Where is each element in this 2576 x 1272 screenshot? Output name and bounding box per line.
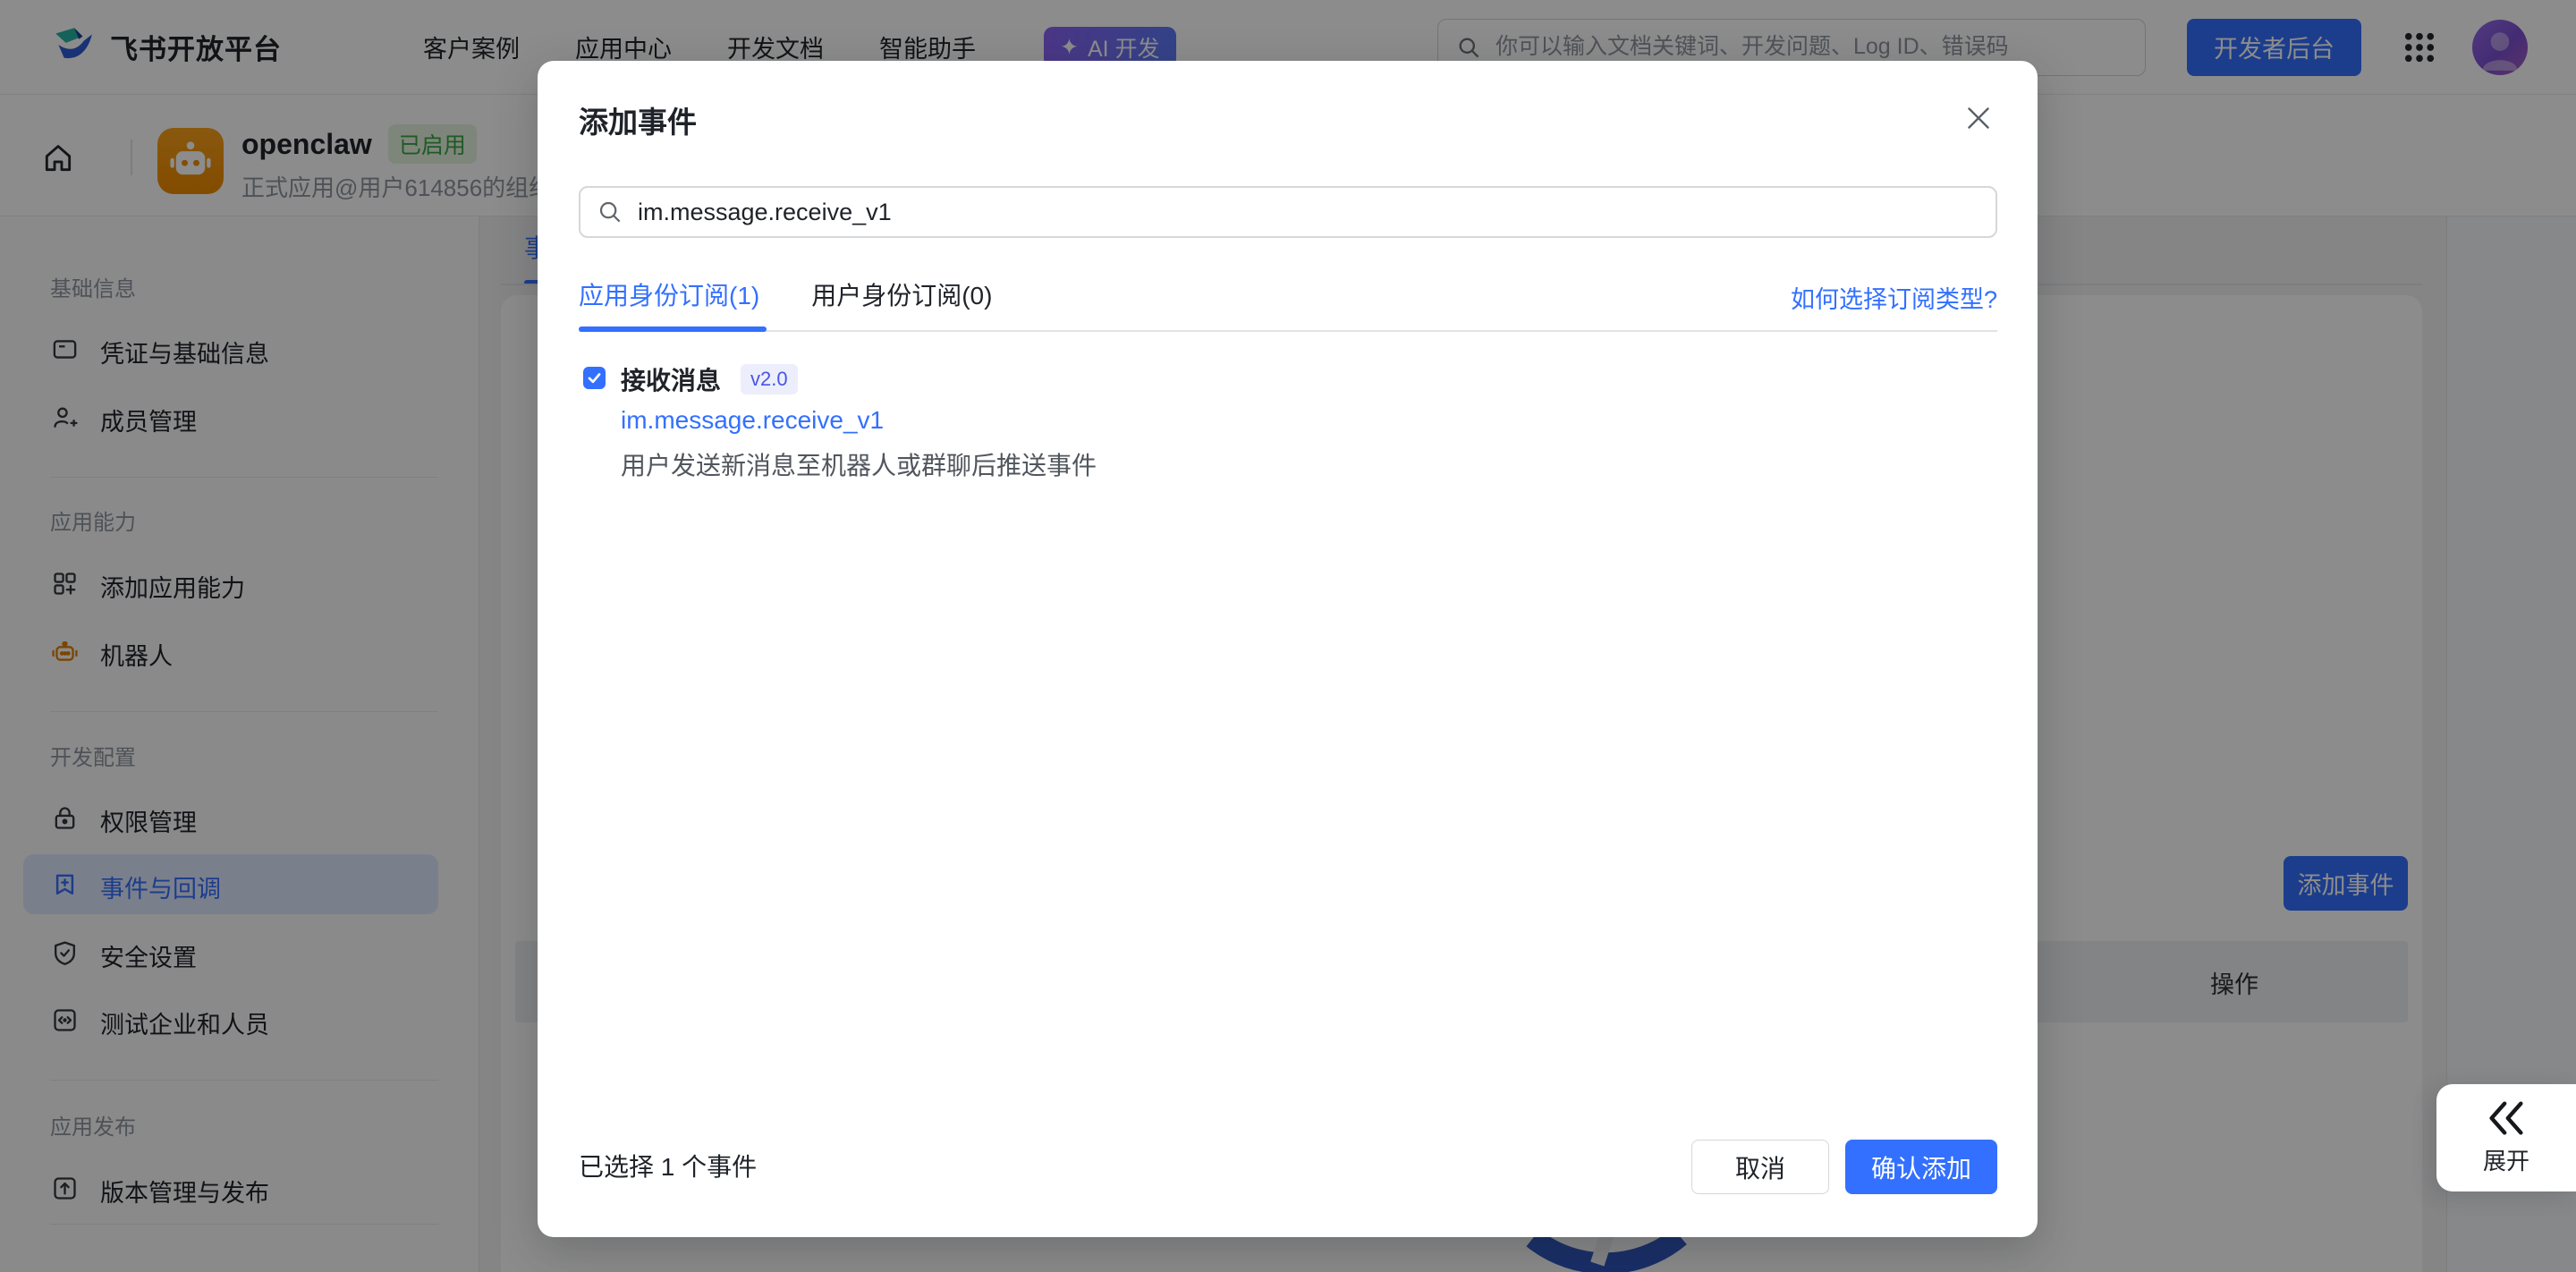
- modal-tabs-underline: [579, 326, 1997, 332]
- subscription-help-link[interactable]: 如何选择订阅类型?: [1791, 280, 1997, 315]
- close-icon[interactable]: [1962, 102, 1995, 134]
- cancel-button[interactable]: 取消: [1691, 1140, 1829, 1194]
- modal-tabs: 应用身份订阅(1) 用户身份订阅(0): [579, 276, 992, 312]
- tabs-track: [579, 330, 1997, 332]
- expand-panel-button[interactable]: 展开: [2436, 1084, 2576, 1191]
- event-version-badge: v2.0: [741, 364, 798, 394]
- modal-actions: 取消 确认添加: [1691, 1140, 1997, 1194]
- checkbox-checked-icon: [586, 369, 603, 386]
- selected-count-text: 已选择 1 个事件: [579, 1148, 757, 1183]
- active-tab-indicator: [579, 326, 767, 332]
- tab-user-subscription[interactable]: 用户身份订阅(0): [811, 276, 992, 312]
- modal-title: 添加事件: [579, 98, 697, 141]
- event-code-link[interactable]: im.message.receive_v1: [621, 406, 884, 435]
- event-name-row: 接收消息 v2.0: [621, 361, 798, 397]
- modal-search-input[interactable]: [636, 198, 1979, 227]
- search-icon: [597, 199, 623, 225]
- tab-app-subscription[interactable]: 应用身份订阅(1): [579, 276, 759, 312]
- screen: 飞书开放平台 客户案例 应用中心 开发文档 智能助手 ✦ AI 开发 开发者后台: [0, 0, 2576, 1272]
- event-checkbox[interactable]: [583, 367, 606, 389]
- event-name: 接收消息: [621, 361, 721, 397]
- expand-label: 展开: [2483, 1143, 2529, 1176]
- double-chevron-left-icon: [2487, 1100, 2526, 1136]
- event-description: 用户发送新消息至机器人或群聊后推送事件: [621, 446, 1097, 482]
- add-event-modal: 添加事件 应用身份订阅(1) 用户身份订阅(0) 如何选择订阅类型? 接收消息 …: [538, 61, 2038, 1237]
- modal-search-box[interactable]: [579, 186, 1997, 238]
- confirm-add-button[interactable]: 确认添加: [1845, 1140, 1997, 1194]
